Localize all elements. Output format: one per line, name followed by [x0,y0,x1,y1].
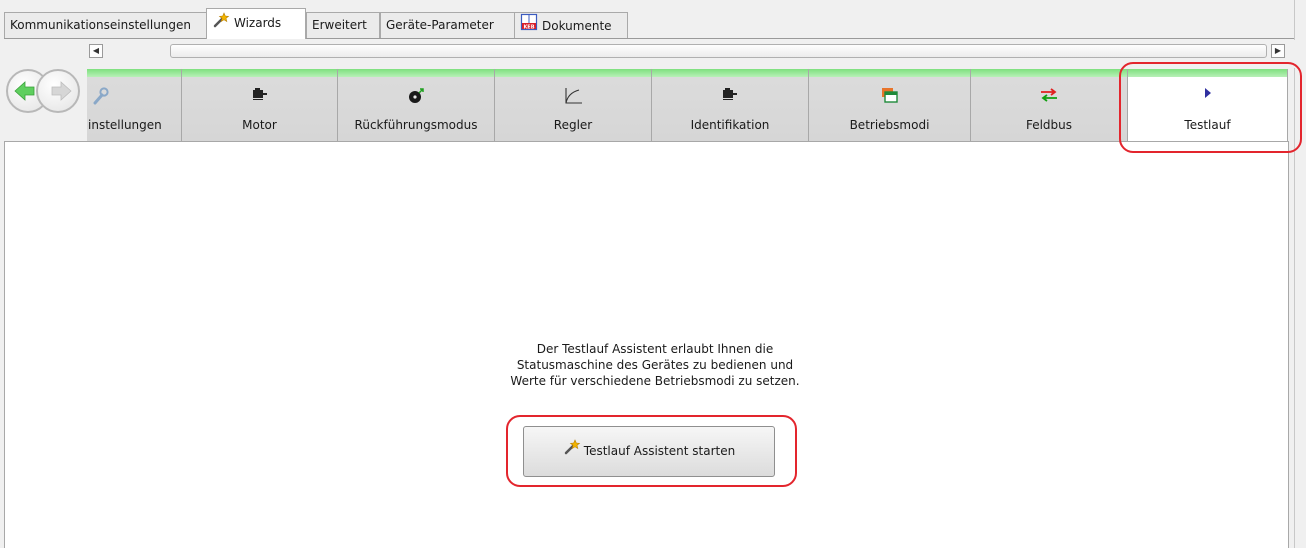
step-label: Identifikation [690,118,770,132]
step-scrollbar: ◀ ▶ [0,40,1306,68]
tab-label: Geräte-Parameter [386,18,494,32]
description-line: Der Testlauf Assistent erlaubt Ihnen die [536,342,774,356]
wrench-icon [93,87,181,107]
motor-icon [652,87,808,107]
tab-geraete-parameter[interactable]: Geräte-Parameter [380,12,515,38]
scroll-left-icon: ◀ [92,46,100,55]
step-label: Feldbus [1025,118,1073,132]
step-label: instellungen [88,118,162,132]
step-einstellungen[interactable]: instellungen [87,69,182,142]
tab-erweitert[interactable]: Erweitert [306,12,380,38]
step-progress-indicator [495,69,651,77]
step-progress-indicator [809,69,970,77]
scroll-track[interactable] [170,44,1267,58]
description-line: Werte für verschiedene Betriebsmodi zu s… [510,374,800,388]
scroll-left-button[interactable]: ◀ [89,44,103,58]
main-tab-strip: Kommunikationseinstellungen Wizards Erwe… [0,0,1306,40]
step-label: Betriebsmodi [849,118,930,132]
tab-label: Wizards [234,16,282,30]
scroll-right-button[interactable]: ▶ [1271,44,1285,58]
tab-label: Erweitert [312,18,367,32]
modes-icon [809,87,970,107]
scroll-right-icon: ▶ [1274,46,1282,55]
testlauf-description: Der Testlauf Assistent erlaubt Ihnen die… [435,341,875,389]
tab-wizards[interactable]: Wizards [206,8,306,39]
forward-button[interactable] [36,69,80,113]
arrows-exchange-icon [971,87,1127,107]
step-label: Regler [553,118,593,132]
step-feldbus[interactable]: Feldbus [971,69,1128,142]
encoder-icon [338,87,494,107]
tab-label: Kommunikationseinstellungen [10,18,192,32]
keb-book-icon: KEB [520,13,538,40]
step-regler[interactable]: Regler [495,69,652,142]
step-betriebsmodi[interactable]: Betriebsmodi [809,69,971,142]
step-progress-indicator [652,69,808,77]
wizard-step-bar: instellungen Motor Rückführungsmodus Reg… [87,69,1288,143]
step-label: Rückführungsmodus [354,118,478,132]
step-progress-indicator [182,69,337,77]
step-rueckfuehrungsmodus[interactable]: Rückführungsmodus [338,69,495,142]
svg-text:KEB: KEB [523,24,534,30]
tab-label: Dokumente [542,19,612,33]
start-button-highlight [506,415,797,487]
step-identifikation[interactable]: Identifikation [652,69,809,142]
curve-icon [495,87,651,107]
forward-arrow-icon [51,81,72,101]
step-label: Motor [242,118,277,132]
step-progress-indicator [971,69,1127,77]
wizard-nav-buttons [6,69,88,119]
tab-dokumente[interactable]: KEB Dokumente [514,12,628,38]
step-progress-indicator [338,69,494,77]
description-line: Statusmaschine des Gerätes zu bedienen u… [516,358,794,372]
step-progress-indicator [87,69,181,77]
tab-strip-baseline [4,38,1294,39]
tab-kommunikationseinstellungen[interactable]: Kommunikationseinstellungen [4,12,207,38]
testlauf-highlight [1119,62,1302,153]
motor-icon [182,87,337,107]
wand-icon [212,10,230,38]
step-motor[interactable]: Motor [182,69,338,142]
